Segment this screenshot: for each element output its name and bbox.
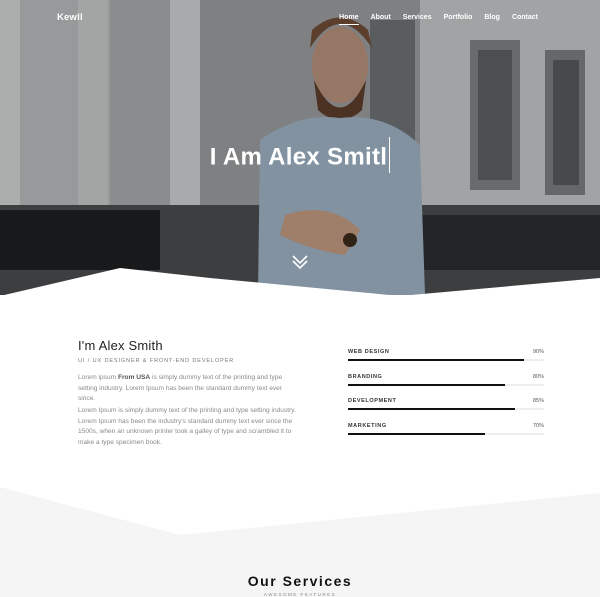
skill-fill bbox=[348, 359, 525, 361]
nav-item-services[interactable]: Services bbox=[403, 14, 432, 21]
about-p1-bold: From USA bbox=[117, 374, 151, 381]
nav-item-portfolio[interactable]: Portfolio bbox=[444, 14, 473, 21]
nav-item-blog[interactable]: Blog bbox=[484, 14, 500, 21]
about-paragraph-1: Lorem ipsum From USA is simply dummy tex… bbox=[78, 373, 296, 405]
hero-headline: I Am Alex Smitl bbox=[0, 137, 600, 176]
skill-label: MARKETING bbox=[348, 422, 387, 429]
skill-label: BRANDING bbox=[348, 373, 383, 380]
skill-percent: 70% bbox=[532, 422, 544, 429]
about-section: I'm Alex Smith UI / UX DESIGNER & FRONT-… bbox=[0, 295, 600, 495]
skill-percent: 85% bbox=[532, 398, 544, 404]
typing-cursor bbox=[389, 137, 391, 173]
nav-menu: Home About Services Portfolio Blog Conta… bbox=[339, 14, 538, 25]
double-chevron-down-icon[interactable] bbox=[290, 253, 310, 271]
skill-label: WEB DESIGN bbox=[348, 349, 390, 355]
skill-branding: BRANDING 80% bbox=[348, 374, 544, 399]
nav-item-about[interactable]: About bbox=[371, 14, 391, 21]
services-angled-divider bbox=[0, 487, 600, 535]
hero-typed-text: I Am Alex Smitl bbox=[209, 143, 388, 171]
skill-development: DEVELOPMENT 85% bbox=[348, 398, 544, 423]
skill-percent: 90% bbox=[532, 349, 544, 355]
services-heading: Our Services bbox=[247, 573, 353, 589]
about-role-subtitle: UI / UX DESIGNER & FRONT-END DEVELOPER bbox=[78, 358, 235, 364]
skill-track bbox=[348, 432, 544, 435]
top-navbar: Kewll Home About Services Portfolio Blog… bbox=[0, 0, 600, 36]
skills-list: WEB DESIGN 90% BRANDING 80% DEVELOPMENT … bbox=[348, 349, 544, 447]
nav-item-contact[interactable]: Contact bbox=[512, 14, 538, 21]
about-name-heading: I'm Alex Smith bbox=[78, 338, 163, 353]
services-subheading: AWESOME FEATURES bbox=[263, 592, 337, 597]
nav-item-home[interactable]: Home bbox=[339, 14, 360, 25]
skill-label: DEVELOPMENT bbox=[348, 398, 397, 404]
hero-section: Kewll Home About Services Portfolio Blog… bbox=[0, 0, 600, 295]
about-paragraph-2: Lorem Ipsum is simply dummy text of the … bbox=[78, 407, 296, 446]
skill-track bbox=[348, 359, 544, 361]
skill-fill bbox=[348, 383, 505, 386]
skill-track bbox=[348, 408, 544, 410]
about-p1-start: Lorem ipsum bbox=[78, 374, 118, 381]
skill-track bbox=[348, 383, 544, 386]
skill-web-design: WEB DESIGN 90% bbox=[348, 349, 544, 374]
skill-fill bbox=[348, 408, 515, 410]
skill-percent: 80% bbox=[532, 373, 544, 380]
skill-fill bbox=[348, 432, 486, 435]
brand-logo[interactable]: Kewll bbox=[57, 12, 83, 23]
skill-marketing: MARKETING 70% bbox=[348, 423, 544, 448]
